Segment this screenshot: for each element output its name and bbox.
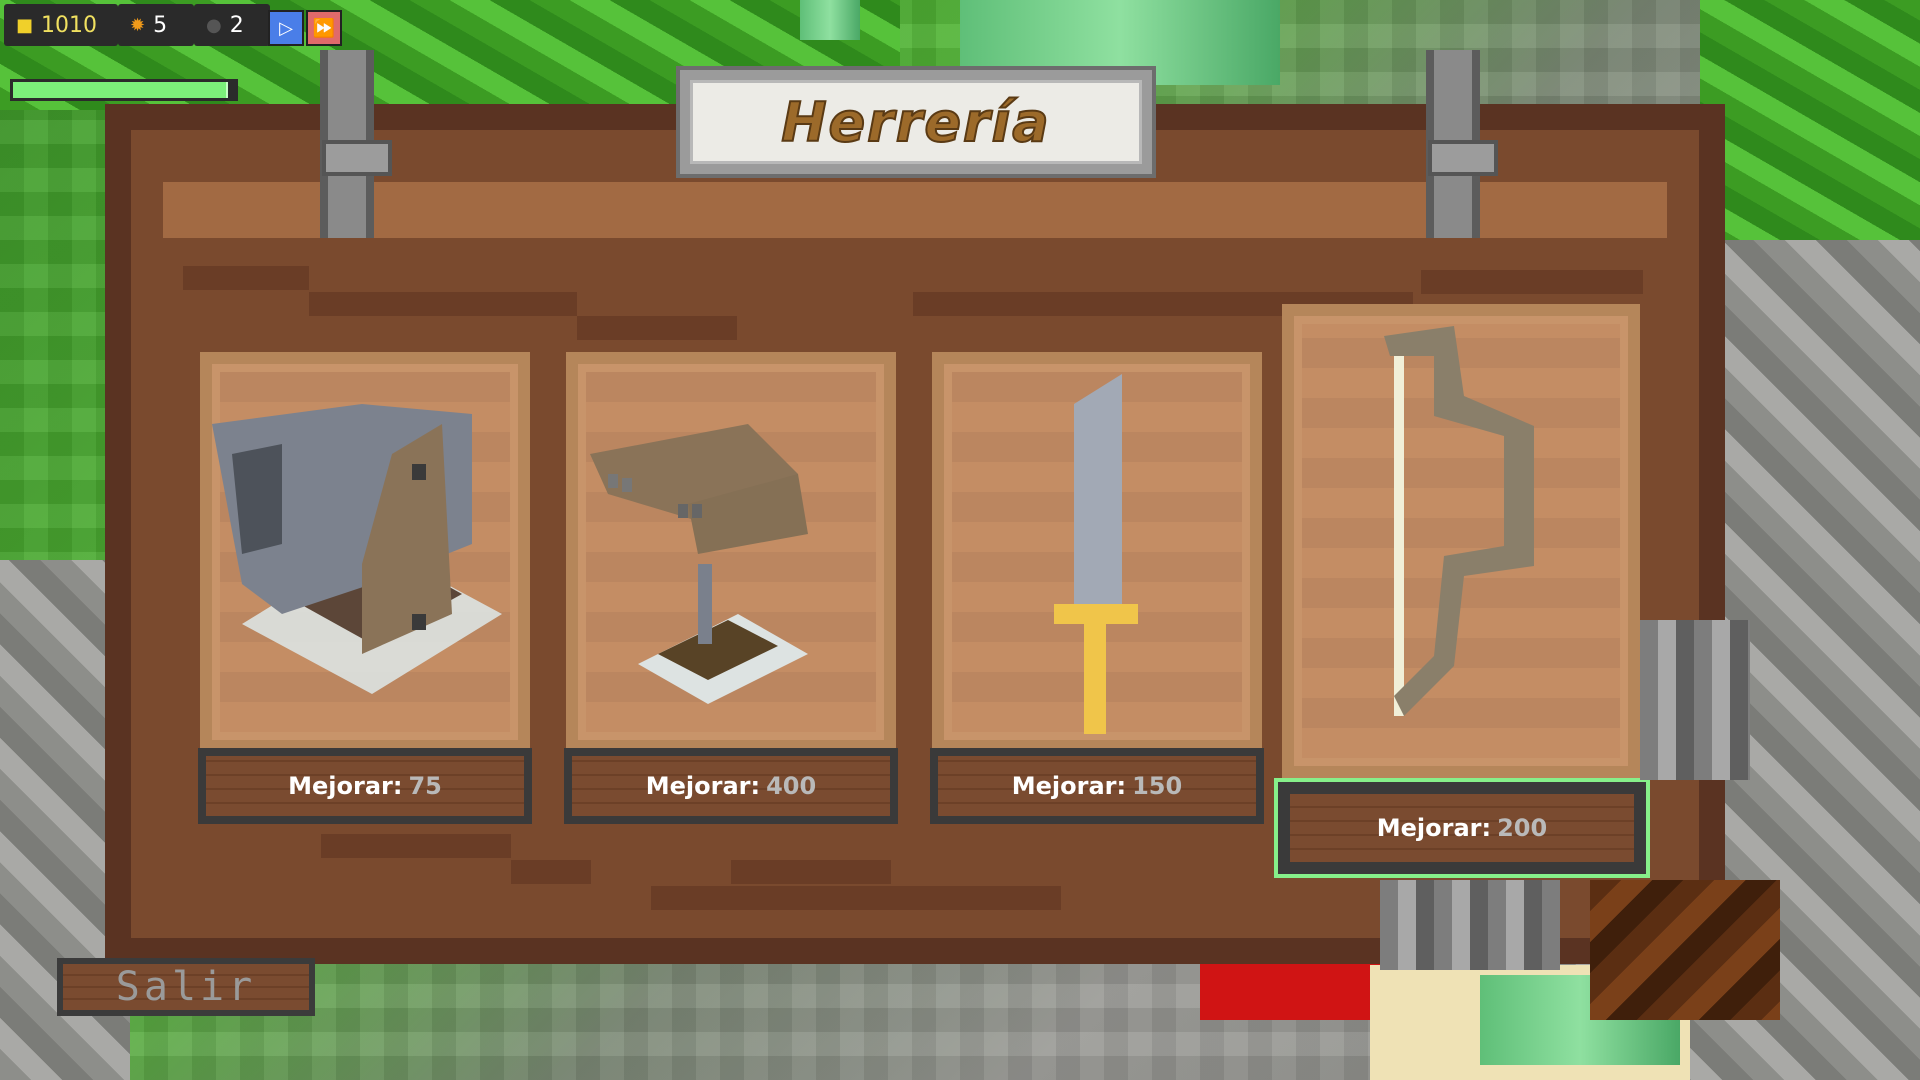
exit-button[interactable]: Salir — [57, 958, 315, 1016]
play-icon: ▷ — [279, 17, 293, 39]
base-health-fill — [13, 82, 229, 98]
axe-head-right — [1640, 620, 1750, 780]
item-card-sword[interactable] — [932, 352, 1262, 752]
exit-label: Salir — [115, 964, 257, 1010]
units-counter: ● 2 — [194, 4, 270, 46]
lives-value: 5 — [153, 12, 168, 38]
upgrade-button-face: Mejorar: 150 — [938, 756, 1256, 816]
upgrade-cost: 150 — [1132, 772, 1183, 800]
sun-icon: ✹ — [130, 14, 146, 36]
plank-decoration — [577, 316, 737, 340]
upgrade-button-face: Mejorar: 75 — [206, 756, 524, 816]
upgrade-label: Mejorar: — [288, 772, 403, 800]
plank-decoration — [731, 860, 891, 884]
upgrade-button-cannon[interactable]: Mejorar: 75 — [198, 748, 532, 824]
upgrade-button-crossbow[interactable]: Mejorar: 400 — [564, 748, 898, 824]
gold-counter: ■ 1010 — [4, 4, 118, 46]
play-button[interactable]: ▷ — [268, 10, 304, 46]
upgrade-label: Mejorar: — [1376, 814, 1492, 842]
grass-terrain-right — [1700, 0, 1920, 240]
base-health-bar — [10, 79, 238, 101]
lives-counter: ✹ 5 — [118, 4, 194, 46]
sword-icon — [1054, 374, 1138, 734]
person-icon: ● — [206, 14, 222, 36]
upgrade-cost: 75 — [408, 772, 442, 800]
bow-icon — [1384, 326, 1534, 716]
axe-head-bottom — [1380, 880, 1560, 970]
upgrade-label: Mejorar: — [1011, 772, 1127, 800]
plank-decoration — [1421, 270, 1643, 294]
plank-decoration — [321, 834, 511, 858]
upgrade-button-sword[interactable]: Mejorar: 150 — [930, 748, 1264, 824]
hanging-post-cap-left — [322, 140, 392, 176]
plank-decoration — [651, 886, 1061, 910]
upgrade-label: Mejorar: — [645, 772, 761, 800]
item-card-cannon[interactable] — [200, 352, 530, 752]
fast-forward-button[interactable]: ⏩ — [306, 10, 342, 46]
item-card-crossbow[interactable] — [566, 352, 896, 752]
tower-top-small — [800, 0, 860, 40]
cannon-icon — [212, 404, 502, 694]
upgrade-cost: 400 — [766, 772, 817, 800]
upgrade-cost: 200 — [1497, 814, 1548, 842]
gold-value: 1010 — [41, 12, 98, 38]
plank-decoration — [511, 860, 591, 884]
upgrade-button-bow[interactable]: Mejorar: 200 — [1274, 778, 1650, 878]
plank-decoration — [309, 292, 577, 316]
hanging-post-cap-right — [1428, 140, 1498, 176]
upgrade-button-face: Mejorar: 200 — [1290, 794, 1634, 862]
title-plate-inner: Herrería — [690, 80, 1142, 164]
item-card-bow[interactable] — [1282, 304, 1640, 778]
units-value: 2 — [229, 12, 244, 38]
crossbow-icon — [590, 424, 808, 704]
title-plate: Herrería — [676, 66, 1156, 178]
coin-icon: ■ — [16, 14, 34, 36]
plank-decoration — [183, 266, 309, 290]
axe-handle — [1590, 880, 1780, 1020]
panel-title: Herrería — [780, 90, 1051, 155]
upgrade-button-face: Mejorar: 400 — [572, 756, 890, 816]
exit-button-face: Salir — [63, 964, 309, 1010]
fast-forward-icon: ⏩ — [312, 17, 336, 39]
